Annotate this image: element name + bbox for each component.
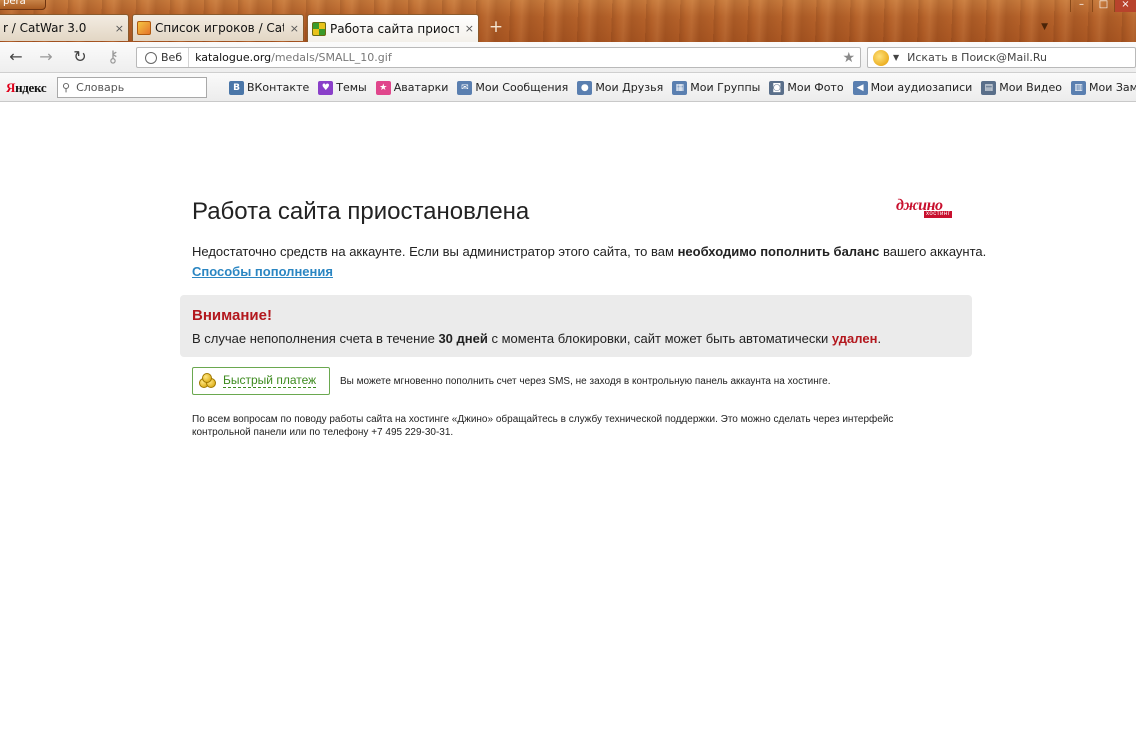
tab-close-icon[interactable]: × — [465, 22, 474, 35]
yandex-link-label: Мои аудиозаписи — [870, 81, 973, 94]
film-icon: ▤ — [981, 80, 997, 95]
tab-player-list[interactable]: Список игроков / CatW... × — [132, 14, 304, 41]
notes-icon: ▥ — [1070, 80, 1086, 95]
group-icon: ▦ — [672, 80, 688, 95]
lead-emphasis: необходимо пополнить баланс — [677, 244, 880, 259]
tabs-menu-chevron-icon[interactable]: ▼ — [1041, 22, 1048, 32]
vk-icon: B — [229, 80, 244, 95]
yandex-link-label: Мои Друзья — [595, 81, 664, 94]
yandex-link-label: Аватарки — [393, 81, 449, 94]
tab-catwar[interactable]: r / CatWar 3.0 × — [0, 14, 129, 41]
warning-title: Внимание! — [192, 307, 272, 324]
yandex-link-label: Мои Фото — [787, 81, 844, 94]
payment-methods-link[interactable]: Способы пополнения — [192, 264, 333, 279]
envelope-icon: ✉ — [457, 80, 473, 95]
fast-payment-label: Быстрый платеж — [223, 373, 317, 388]
web-badge-label: Веб — [161, 51, 183, 64]
yandex-search-input[interactable]: ⚲ Словарь — [57, 77, 207, 98]
deleted-word: удален — [831, 331, 878, 346]
maximize-button[interactable]: □ — [1092, 0, 1114, 12]
yandex-link-person[interactable]: ● Мои Друзья — [577, 80, 664, 95]
security-badge[interactable]: Веб — [137, 48, 190, 67]
yandex-link-camera[interactable]: ◙ Мои Фото — [769, 80, 844, 95]
tab-title: Работа сайта приостан... — [330, 21, 459, 36]
key-icon[interactable]: ⚷ — [102, 48, 124, 66]
page-title: Работа сайта приостановлена — [192, 198, 530, 225]
yandex-link-label: Мои Группы — [690, 81, 761, 94]
person-icon: ● — [577, 80, 593, 95]
fast-payment-note: Вы можете мгновенно пополнить счет через… — [340, 376, 831, 387]
opera-menu-button[interactable]: pera — [0, 0, 46, 10]
close-window-button[interactable]: × — [1114, 0, 1136, 12]
heart-icon: ♥ — [318, 80, 334, 95]
yandex-link-label: Мои Заметки — [1088, 81, 1136, 94]
jino-favicon-icon — [312, 21, 326, 36]
yandex-link-label: ВКонтакте — [247, 81, 310, 94]
warning-box: Внимание! В случае непополнения счета в … — [180, 295, 972, 357]
tab-strip: r / CatWar 3.0 × Список игроков / CatW..… — [0, 14, 482, 42]
yandex-links: B ВКонтакте ♥ Темы ★ Аватарки ✉ Мои Сообщения ● М… — [229, 73, 1136, 102]
yandex-link-group[interactable]: ▦ Мои Группы — [672, 80, 761, 95]
page-content: Работа сайта приостановлена джино хостин… — [0, 103, 1136, 734]
fast-payment-button[interactable]: Быстрый платеж — [192, 367, 330, 395]
speaker-icon: ◀ — [852, 80, 868, 95]
bookmark-star-icon[interactable]: ★ — [842, 50, 855, 66]
back-button[interactable]: ← — [6, 48, 26, 66]
address-bar[interactable]: Веб katalogue.org/medals/SMALL_10.gif ★ — [136, 47, 861, 68]
url-path: /medals/SMALL_10.gif — [271, 51, 392, 64]
camera-icon: ◙ — [769, 80, 785, 95]
new-tab-button[interactable]: + — [487, 18, 505, 36]
search-engine-icon[interactable] — [873, 49, 889, 66]
url-host: katalogue.org — [195, 51, 272, 64]
yandex-link-label: Темы — [336, 81, 367, 94]
catwar-favicon-icon — [137, 21, 151, 35]
tab-close-icon[interactable]: × — [115, 22, 124, 35]
coins-icon — [199, 373, 217, 389]
support-text: По всем вопросам по поводу работы сайта … — [192, 414, 894, 438]
yandex-link-star[interactable]: ★ Аватарки — [375, 80, 449, 95]
jino-hosting-logo[interactable]: джино хостинг — [896, 198, 966, 222]
yandex-link-heart[interactable]: ♥ Темы — [318, 80, 367, 95]
yandex-search-placeholder: Словарь — [76, 81, 125, 94]
search-icon: ⚲ — [62, 81, 71, 94]
yandex-logo[interactable]: Яндекс — [6, 80, 47, 96]
tab-site-suspended[interactable]: Работа сайта приостан... × — [307, 14, 479, 42]
yandex-link-notes[interactable]: ▥Мои Заметки — [1070, 80, 1136, 95]
yandex-link-vk[interactable]: B ВКонтакте — [229, 80, 310, 95]
tab-title: r / CatWar 3.0 — [3, 21, 87, 35]
forward-button[interactable]: → — [36, 48, 56, 66]
navigation-bar: ← → ↻ ⚷ Веб katalogue.org/medals/SMALL_1… — [0, 42, 1136, 73]
tab-close-icon[interactable]: × — [290, 22, 299, 35]
window-controls: – □ × — [1070, 0, 1136, 12]
yandex-link-envelope[interactable]: ✉ Мои Сообщения — [457, 80, 569, 95]
yandex-link-film[interactable]: ▤ Мои Видео — [981, 80, 1062, 95]
star-icon: ★ — [375, 80, 391, 95]
globe-icon — [145, 51, 157, 64]
yandex-toolbar: Яндекс ⚲ Словарь B ВКонтакте ♥ Темы ★ Аватарк… — [0, 73, 1136, 102]
browser-titlebar: pera – □ × r / CatWar 3.0 × Список игрок… — [0, 0, 1136, 42]
warning-text: В случае непополнения счета в течение 30… — [192, 331, 882, 346]
search-placeholder: Искать в Поиск@Mail.Ru — [907, 51, 1047, 64]
yandex-link-label: Мои Видео — [999, 81, 1062, 94]
minimize-button[interactable]: – — [1070, 0, 1092, 12]
yandex-link-label: Мои Сообщения — [475, 81, 569, 94]
url-text[interactable]: katalogue.org/medals/SMALL_10.gif — [189, 51, 392, 64]
reload-button[interactable]: ↻ — [70, 48, 90, 66]
yandex-link-speaker[interactable]: ◀ Мои аудиозаписи — [852, 80, 973, 95]
logo-subtitle: хостинг — [924, 211, 953, 218]
chevron-down-icon[interactable]: ▼ — [893, 53, 899, 62]
search-box[interactable]: ▼ Искать в Поиск@Mail.Ru — [867, 47, 1136, 68]
lead-paragraph: Недостаточно средств на аккаунте. Если в… — [192, 244, 987, 259]
tab-title: Список игроков / CatW... — [155, 21, 284, 35]
